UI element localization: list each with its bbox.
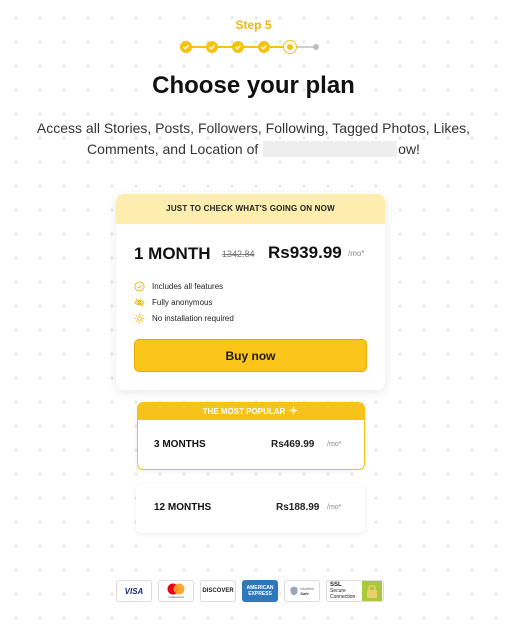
mastercard-caption: mastercard [168, 595, 184, 599]
plan-option-12-months[interactable]: 12 MONTHS Rs188.99 /mo* [136, 484, 365, 533]
feature-label: No installation required [152, 313, 234, 323]
check-circle-icon [134, 280, 145, 292]
subtitle-text-end: ow! [398, 141, 420, 157]
old-price: 1342.84 [222, 249, 255, 259]
feature-item: Fully anonymous [134, 294, 234, 310]
shield-icon [290, 586, 298, 596]
step-5-current-dot [283, 40, 297, 54]
step-4-check-icon [258, 41, 270, 53]
price-period: /mo* [348, 249, 365, 258]
plan-banner: JUST TO CHECK WHAT'S GOING ON NOW [116, 194, 385, 224]
payment-badges: VISA mastercard DISCOVER AMERICAN EXPRES… [116, 580, 386, 602]
lock-icon [362, 581, 382, 601]
mcafee-line-2: Safe [300, 591, 309, 596]
option-name: 12 MONTHS [154, 502, 212, 513]
step-6-future-dot [313, 44, 319, 50]
progress-stepper [180, 40, 320, 54]
step-2-check-icon [206, 41, 218, 53]
step-1-check-icon [180, 41, 192, 53]
option-name: 3 MONTHS [154, 439, 206, 450]
feature-label: Includes all features [152, 281, 224, 291]
feature-item: No installation required [134, 310, 234, 326]
discover-logo: DISCOVER [200, 580, 236, 602]
amex-logo: AMERICAN EXPRESS [242, 580, 278, 602]
plan-option-3-months[interactable]: THE MOST POPULAR 3 MONTHS Rs469.99 /mo* [137, 402, 365, 470]
option-period: /mo* [327, 441, 342, 448]
most-popular-badge: THE MOST POPULAR [138, 403, 364, 420]
visa-logo: VISA [116, 580, 152, 602]
gear-icon [134, 313, 145, 323]
plan-name: 1 MONTH [134, 244, 211, 263]
plan-card-1-month[interactable]: JUST TO CHECK WHAT'S GOING ON NOW 1 MONT… [116, 194, 385, 390]
option-price: Rs469.99 [271, 439, 315, 450]
page-title: Choose your plan [152, 72, 355, 99]
current-price: Rs939.99 [268, 243, 342, 262]
redacted-username [263, 141, 398, 157]
sparkle-icon [288, 405, 299, 416]
ssl-secure-badge: SSL Secure Connection [326, 580, 384, 602]
eye-off-icon [134, 298, 145, 306]
step-label: Step 5 [235, 18, 272, 32]
badge-label: THE MOST POPULAR [202, 407, 286, 416]
mastercard-logo: mastercard [158, 580, 194, 602]
step-3-check-icon [232, 41, 244, 53]
buy-now-button[interactable]: Buy now [134, 339, 367, 372]
mcafee-badge: McAfee Safe [284, 580, 320, 602]
feature-item: Includes all features [134, 278, 234, 294]
feature-list: Includes all features Fully anonymous No… [134, 278, 234, 326]
plan-price-row: 1 MONTH 1342.84 Rs939.99 /mo* [134, 242, 371, 264]
option-price: Rs188.99 [276, 502, 320, 513]
option-period: /mo* [327, 504, 342, 511]
ssl-line-3: Connection [330, 594, 356, 600]
feature-label: Fully anonymous [152, 297, 213, 307]
mastercard-circles-icon [167, 583, 185, 595]
page-subtitle: Access all Stories, Posts, Followers, Fo… [10, 118, 497, 160]
amex-line-2: EXPRESS [248, 591, 272, 597]
